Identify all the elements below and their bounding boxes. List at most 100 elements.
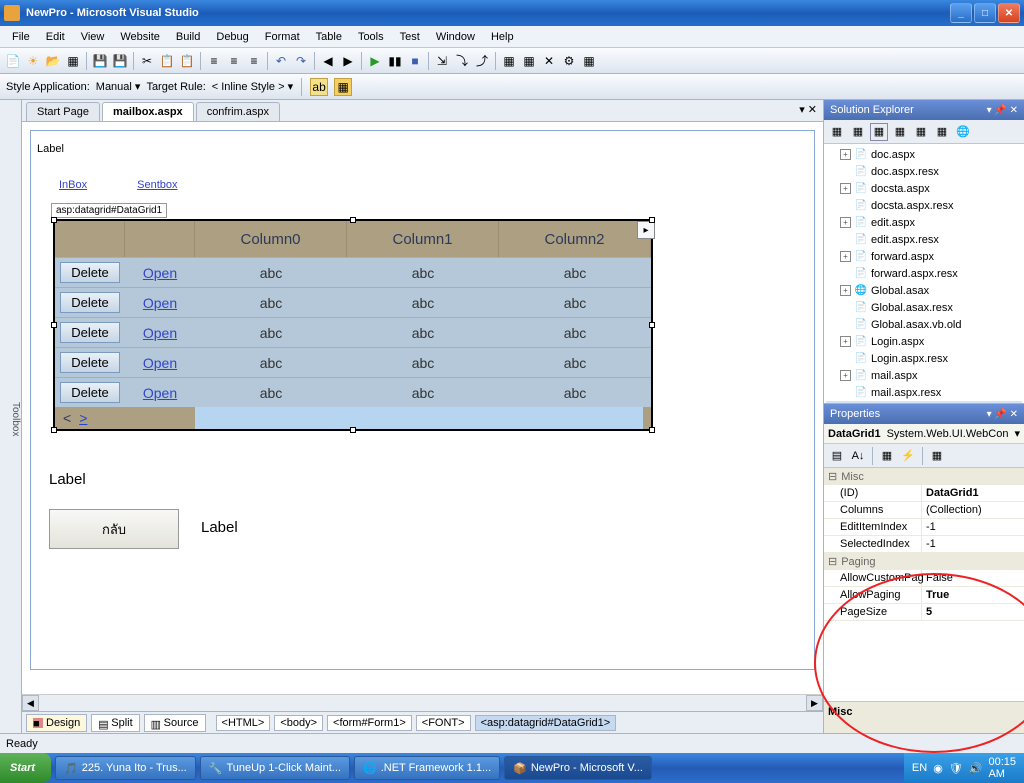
expander-icon[interactable]: + <box>840 183 851 194</box>
delete-button[interactable]: Delete <box>60 262 120 283</box>
pin-icon[interactable]: ▾ 📌 ✕ <box>987 409 1018 420</box>
view-split[interactable]: ▤Split <box>91 714 139 732</box>
minimize-button[interactable]: _ <box>950 3 972 23</box>
tab-close-icon[interactable]: ▾ ✕ <box>799 103 817 116</box>
tab-start-page[interactable]: Start Page <box>26 102 100 121</box>
bc-font[interactable]: <FONT> <box>416 715 471 731</box>
category-misc[interactable]: ⊟Misc <box>824 468 1024 485</box>
clock[interactable]: 00:15AM <box>988 756 1016 780</box>
expander-icon[interactable]: + <box>840 285 851 296</box>
view-source[interactable]: ▥Source <box>144 714 206 732</box>
start-button[interactable]: Start <box>0 753 51 783</box>
cut-icon[interactable]: ✂ <box>138 52 156 70</box>
expander-icon[interactable]: + <box>840 149 851 160</box>
align-center-icon[interactable]: ≡ <box>225 52 243 70</box>
prop-pagesize-value[interactable]: 5 <box>922 604 1024 620</box>
css-tool2-icon[interactable]: ▦ <box>334 78 352 96</box>
nest-icon[interactable]: ▦ <box>891 123 909 141</box>
maximize-button[interactable]: □ <box>974 3 996 23</box>
menu-website[interactable]: Website <box>112 29 168 45</box>
bc-html[interactable]: <HTML> <box>216 715 271 731</box>
tray-icon[interactable]: ◉ <box>933 762 943 775</box>
align-right-icon[interactable]: ≡ <box>245 52 263 70</box>
new-project-icon[interactable]: 📄 <box>4 52 22 70</box>
open-link[interactable]: Open <box>143 355 177 371</box>
undo-icon[interactable]: ↶ <box>272 52 290 70</box>
view-design[interactable]: ■Design <box>26 714 87 732</box>
pin-icon[interactable]: ▾ 📌 ✕ <box>987 105 1018 116</box>
css-tool1-icon[interactable]: ab <box>310 78 328 96</box>
stop-icon[interactable]: ■ <box>406 52 424 70</box>
scroll-left-icon[interactable]: ◀ <box>22 695 39 711</box>
expander-icon[interactable]: + <box>840 251 851 262</box>
properties-icon[interactable]: ▦ <box>878 447 896 465</box>
properties-icon[interactable]: ▦ <box>828 123 846 141</box>
pager-next[interactable]: > <box>79 410 87 426</box>
open-icon[interactable]: 📂 <box>44 52 62 70</box>
solution-tree[interactable]: +📄doc.aspx 📄doc.aspx.resx +📄docsta.aspx … <box>824 144 1024 403</box>
pause-icon[interactable]: ▮▮ <box>386 52 404 70</box>
style-app-dropdown[interactable]: Manual ▾ <box>96 80 141 93</box>
tab-mailbox[interactable]: mailbox.aspx <box>102 102 194 121</box>
open-link[interactable]: Open <box>143 265 177 281</box>
bc-body[interactable]: <body> <box>274 715 323 731</box>
prop-columns-value[interactable]: (Collection) <box>922 502 1024 518</box>
menu-debug[interactable]: Debug <box>208 29 256 45</box>
taskbar-item[interactable]: 🎵225. Yuna Ito - Trus... <box>55 756 196 780</box>
tray-icon[interactable]: 🛡 <box>949 762 963 775</box>
smart-tag-icon[interactable]: ▸ <box>637 221 655 239</box>
save-icon[interactable]: 💾 <box>91 52 109 70</box>
label-control-1[interactable]: Label <box>37 143 64 155</box>
view-designer-icon[interactable]: ▦ <box>933 123 951 141</box>
menu-view[interactable]: View <box>73 29 113 45</box>
menu-format[interactable]: Format <box>257 29 308 45</box>
refresh-icon[interactable]: ▦ <box>870 123 888 141</box>
add-icon[interactable]: ▦ <box>64 52 82 70</box>
tray-icon[interactable]: 🔊 <box>969 762 983 775</box>
category-paging[interactable]: ⊟Paging <box>824 553 1024 570</box>
tool4-icon[interactable]: ⚙ <box>560 52 578 70</box>
bc-form[interactable]: <form#Form1> <box>327 715 412 731</box>
menu-window[interactable]: Window <box>428 29 483 45</box>
tool1-icon[interactable]: ▦ <box>500 52 518 70</box>
copy-icon[interactable]: 📋 <box>158 52 176 70</box>
bc-datagrid[interactable]: <asp:datagrid#DataGrid1> <box>475 715 617 731</box>
nav-back-icon[interactable]: ◀ <box>319 52 337 70</box>
step-out-icon[interactable]: ⤴ <box>473 52 491 70</box>
taskbar-item-active[interactable]: 📦NewPro - Microsoft V... <box>504 756 652 780</box>
solution-explorer-header[interactable]: Solution Explorer ▾ 📌 ✕ <box>824 100 1024 120</box>
new-item-icon[interactable]: ☀ <box>24 52 42 70</box>
categorized-icon[interactable]: ▤ <box>828 447 846 465</box>
properties-header[interactable]: Properties ▾ 📌 ✕ <box>824 404 1024 424</box>
horizontal-scrollbar[interactable]: ◀ ▶ <box>22 694 823 711</box>
close-button[interactable]: ✕ <box>998 3 1020 23</box>
datagrid[interactable]: ▸ Column0 Column1 Column2 DeleteOpenabca… <box>53 219 653 431</box>
step-over-icon[interactable]: ⤵ <box>453 52 471 70</box>
redo-icon[interactable]: ↷ <box>292 52 310 70</box>
paste-icon[interactable]: 📋 <box>178 52 196 70</box>
nav-fwd-icon[interactable]: ▶ <box>339 52 357 70</box>
label-control-2[interactable]: Label <box>49 471 86 488</box>
language-indicator[interactable]: EN <box>912 762 927 774</box>
events-icon[interactable]: ⚡ <box>899 447 917 465</box>
menu-tools[interactable]: Tools <box>350 29 392 45</box>
open-link[interactable]: Open <box>143 295 177 311</box>
menu-table[interactable]: Table <box>308 29 350 45</box>
sentbox-link[interactable]: Sentbox <box>137 179 177 191</box>
inbox-link[interactable]: InBox <box>59 179 87 191</box>
target-rule-dropdown[interactable]: < Inline Style > ▾ <box>212 80 293 93</box>
tool2-icon[interactable]: ▦ <box>520 52 538 70</box>
back-button[interactable]: กลับ <box>49 509 179 549</box>
show-all-icon[interactable]: ▦ <box>849 123 867 141</box>
taskbar-item[interactable]: 🔧TuneUp 1-Click Maint... <box>200 756 350 780</box>
tool5-icon[interactable]: ▦ <box>580 52 598 70</box>
prop-id-value[interactable]: DataGrid1 <box>922 485 1024 501</box>
copy-web-icon[interactable]: 🌐 <box>954 123 972 141</box>
menu-edit[interactable]: Edit <box>38 29 73 45</box>
view-code-icon[interactable]: ▦ <box>912 123 930 141</box>
menu-file[interactable]: File <box>4 29 38 45</box>
save-all-icon[interactable]: 💾 <box>111 52 129 70</box>
properties-object-selector[interactable]: DataGrid1 System.Web.UI.WebCon ▾ <box>824 424 1024 444</box>
toolbox-panel[interactable]: Toolbox <box>0 100 22 733</box>
delete-button[interactable]: Delete <box>60 352 120 373</box>
